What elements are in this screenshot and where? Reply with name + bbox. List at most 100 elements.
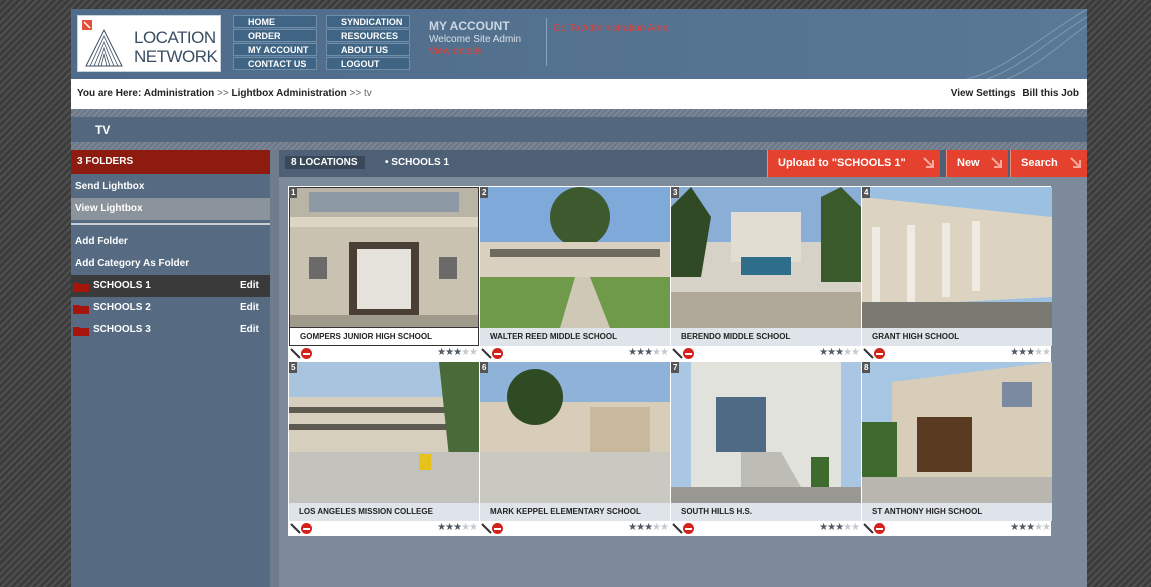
location-name[interactable]: MARK KEPPEL ELEMENTARY SCHOOL — [480, 503, 670, 521]
nav-syndication[interactable]: SYNDICATION — [326, 15, 410, 28]
location-number: 5 — [289, 362, 298, 373]
edit-pencil-icon[interactable] — [481, 348, 492, 359]
stripe-divider — [71, 109, 1087, 117]
location-photo[interactable] — [289, 187, 479, 328]
edit-pencil-icon[interactable] — [672, 348, 683, 359]
lightbox-toolbar: 8 LOCATIONS • SCHOOLS 1 Upload to "SCHOO… — [279, 150, 1087, 177]
bill-job-link[interactable]: Bill this Job — [1022, 88, 1079, 99]
remove-icon[interactable] — [492, 348, 503, 359]
remove-icon[interactable] — [301, 523, 312, 534]
new-button[interactable]: New — [946, 150, 1008, 177]
location-card[interactable]: 5 LOS ANGELES MISSION COLLEGE ★★★★★ — [289, 362, 479, 536]
arrow-icon — [991, 157, 1002, 168]
folders-header: 3 FOLDERS — [71, 150, 270, 174]
nav-contact-us[interactable]: CONTACT US — [233, 57, 317, 70]
edit-pencil-icon[interactable] — [290, 348, 301, 359]
nav-logout[interactable]: LOGOUT — [326, 57, 410, 70]
location-grid: 1 GOMPERS JUNIOR HIGH SCHOOL ★★★★★ 2 WAL… — [288, 186, 1052, 536]
location-photo[interactable] — [671, 187, 861, 328]
remove-icon[interactable] — [683, 523, 694, 534]
edit-pencil-icon[interactable] — [481, 523, 492, 534]
location-name[interactable]: GOMPERS JUNIOR HIGH SCHOOL — [289, 328, 479, 346]
page-title: TV — [95, 123, 111, 137]
rating-stars[interactable]: ★★★★★ — [628, 347, 669, 358]
location-card[interactable]: 6 MARK KEPPEL ELEMENTARY SCHOOL ★★★★★ — [480, 362, 670, 536]
location-number: 4 — [862, 187, 871, 198]
edit-pencil-icon[interactable] — [672, 523, 683, 534]
search-button[interactable]: Search — [1010, 150, 1087, 177]
location-photo[interactable] — [480, 187, 670, 328]
admin-area-link[interactable]: Go To Administration Area — [553, 23, 668, 34]
nav-resources[interactable]: RESOURCES — [326, 29, 410, 42]
rating-stars[interactable]: ★★★★★ — [1010, 522, 1051, 533]
folder-edit-link[interactable]: Edit — [240, 297, 259, 319]
card-tools: ★★★★★ — [671, 347, 861, 361]
current-folder-label: • SCHOOLS 1 — [385, 157, 450, 168]
location-name[interactable]: ST ANTHONY HIGH SCHOOL — [862, 503, 1052, 521]
remove-icon[interactable] — [874, 523, 885, 534]
folder-item-schools-1[interactable]: SCHOOLS 1 Edit — [71, 275, 270, 297]
upload-button[interactable]: Upload to "SCHOOLS 1" — [767, 150, 940, 177]
rating-stars[interactable]: ★★★★★ — [628, 522, 669, 533]
breadcrumb-lightbox-administration[interactable]: Lightbox Administration — [232, 88, 347, 99]
location-number: 6 — [480, 362, 489, 373]
account-panel: MY ACCOUNT Welcome Site Admin View detai… — [429, 19, 539, 57]
nav-about-us[interactable]: ABOUT US — [326, 43, 410, 56]
location-photo[interactable] — [289, 362, 479, 503]
card-tools: ★★★★★ — [671, 522, 861, 536]
location-card[interactable]: 7 SOUTH HILLS H.S. ★★★★★ — [671, 362, 861, 536]
location-card[interactable]: 1 GOMPERS JUNIOR HIGH SCHOOL ★★★★★ — [289, 187, 479, 361]
location-photo[interactable] — [480, 362, 670, 503]
sidebar: 3 FOLDERS Send Lightbox View Lightbox Ad… — [71, 150, 270, 587]
location-name[interactable]: LOS ANGELES MISSION COLLEGE — [289, 503, 479, 521]
location-photo[interactable] — [862, 362, 1052, 503]
send-lightbox-link[interactable]: Send Lightbox — [71, 176, 270, 198]
nav-my-account[interactable]: MY ACCOUNT — [233, 43, 317, 56]
folder-item-schools-3[interactable]: SCHOOLS 3 Edit — [71, 319, 270, 341]
nav-column-1: HOME ORDER MY ACCOUNT CONTACT US — [233, 15, 317, 71]
folder-name: SCHOOLS 3 — [93, 324, 151, 335]
location-card[interactable]: 2 WALTER REED MIDDLE SCHOOL ★★★★★ — [480, 187, 670, 361]
folder-edit-link[interactable]: Edit — [240, 319, 259, 341]
edit-pencil-icon[interactable] — [290, 523, 301, 534]
view-settings-link[interactable]: View Settings — [951, 88, 1016, 99]
remove-icon[interactable] — [874, 348, 885, 359]
edit-pencil-icon[interactable] — [863, 348, 874, 359]
rating-stars[interactable]: ★★★★★ — [819, 522, 860, 533]
rating-stars[interactable]: ★★★★★ — [437, 347, 478, 358]
arrow-icon — [923, 157, 934, 168]
location-card[interactable]: 4 GRANT HIGH SCHOOL ★★★★★ — [862, 187, 1052, 361]
location-card[interactable]: 3 BERENDO MIDDLE SCHOOL ★★★★★ — [671, 187, 861, 361]
rating-stars[interactable]: ★★★★★ — [819, 347, 860, 358]
location-name[interactable]: BERENDO MIDDLE SCHOOL — [671, 328, 861, 346]
rating-stars[interactable]: ★★★★★ — [437, 522, 478, 533]
view-details-link[interactable]: View details — [429, 46, 539, 57]
location-card[interactable]: 8 ST ANTHONY HIGH SCHOOL ★★★★★ — [862, 362, 1052, 536]
folder-item-schools-2[interactable]: SCHOOLS 2 Edit — [71, 297, 270, 319]
folder-name: SCHOOLS 2 — [93, 302, 151, 313]
stripe-divider — [71, 142, 1087, 150]
location-photo[interactable] — [671, 362, 861, 503]
location-name[interactable]: SOUTH HILLS H.S. — [671, 503, 861, 521]
site-logo[interactable]: LOCATION NETWORK — [77, 15, 221, 72]
add-category-folder-link[interactable]: Add Category As Folder — [71, 253, 270, 275]
view-lightbox-link[interactable]: View Lightbox — [71, 198, 270, 220]
location-name[interactable]: GRANT HIGH SCHOOL — [862, 328, 1052, 346]
card-tools: ★★★★★ — [862, 347, 1052, 361]
location-number: 2 — [480, 187, 489, 198]
breadcrumb-bar: You are Here: Administration >> Lightbox… — [71, 79, 1087, 110]
nav-home[interactable]: HOME — [233, 15, 317, 28]
add-folder-link[interactable]: Add Folder — [71, 231, 270, 253]
location-photo[interactable] — [862, 187, 1052, 328]
location-number: 1 — [289, 187, 298, 198]
remove-icon[interactable] — [492, 523, 503, 534]
nav-order[interactable]: ORDER — [233, 29, 317, 42]
breadcrumb-administration[interactable]: Administration — [144, 88, 215, 99]
rating-stars[interactable]: ★★★★★ — [1010, 347, 1051, 358]
remove-icon[interactable] — [683, 348, 694, 359]
edit-pencil-icon[interactable] — [863, 523, 874, 534]
nav-column-2: SYNDICATION RESOURCES ABOUT US LOGOUT — [326, 15, 410, 71]
remove-icon[interactable] — [301, 348, 312, 359]
location-name[interactable]: WALTER REED MIDDLE SCHOOL — [480, 328, 670, 346]
folder-edit-link[interactable]: Edit — [240, 275, 259, 297]
